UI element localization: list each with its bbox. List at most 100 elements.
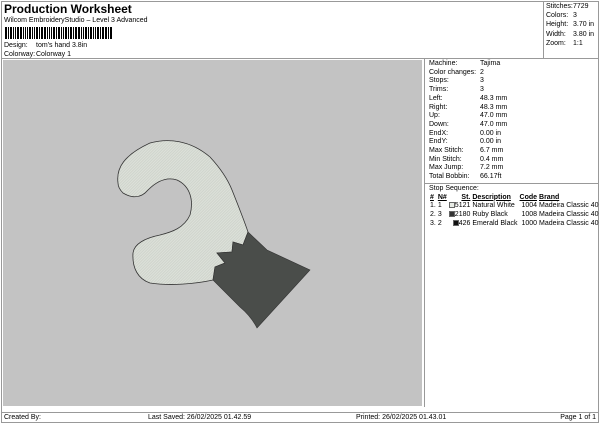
barcode-bar bbox=[88, 27, 89, 39]
barcode-bar bbox=[102, 27, 104, 39]
info-value: 2 bbox=[480, 68, 484, 76]
colorway-label: Colorway: bbox=[4, 51, 36, 58]
barcode-bar bbox=[15, 27, 16, 39]
barcode-bar bbox=[47, 27, 48, 39]
barcode-bar bbox=[51, 27, 52, 39]
software-name: Wilcom EmbroideryStudio – Level 3 Advanc… bbox=[4, 17, 148, 24]
stop-sequence: Stop Sequence: # N# St. Description Code Bran… bbox=[425, 182, 600, 230]
barcode-bar bbox=[17, 27, 19, 39]
design-label: Design: bbox=[4, 42, 28, 49]
stat-value: 1:1 bbox=[573, 39, 583, 47]
stat-label: Stitches: bbox=[546, 3, 573, 10]
printed-date: Printed: 26/02/2025 01.43.01 bbox=[356, 414, 447, 421]
needle-number: 3 bbox=[437, 210, 442, 218]
thread-description: Natural White bbox=[472, 202, 515, 210]
barcode-bar bbox=[23, 27, 24, 39]
details-panel: Machine: Tajima Color changes: 2 Stops: 3 Trim… bbox=[424, 59, 599, 407]
info-label: Max Jump: bbox=[429, 164, 464, 172]
stop-sequence-title: Stop Sequence: bbox=[429, 184, 479, 192]
barcode-bar bbox=[93, 27, 94, 39]
stop-sequence-table: # N# St. Description Code Brand 1. 1 5121 Natura… bbox=[429, 194, 600, 229]
info-label: Up: bbox=[429, 112, 440, 120]
info-label: Max Stitch: bbox=[429, 147, 464, 155]
barcode-bar bbox=[81, 27, 82, 39]
barcode-bar bbox=[110, 27, 112, 39]
barcode-bar bbox=[105, 27, 107, 39]
design-value: tom's hand 3.8in bbox=[36, 42, 88, 49]
stat-value: 3 bbox=[573, 12, 577, 20]
thread-description: Ruby Black bbox=[472, 210, 508, 218]
info-row: EndY: 0.00 in bbox=[429, 138, 595, 147]
barcode-bar bbox=[70, 27, 72, 39]
thread-code: 1004 bbox=[521, 202, 538, 210]
barcode-bar bbox=[5, 27, 7, 39]
info-label: Trims: bbox=[429, 86, 449, 94]
barcode-bar bbox=[27, 27, 28, 39]
page-title: Production Worksheet bbox=[4, 2, 132, 16]
info-label: Stops: bbox=[429, 77, 449, 85]
info-label: Min Stitch: bbox=[429, 155, 462, 163]
barcode bbox=[5, 27, 130, 39]
info-value: 0.4 mm bbox=[480, 155, 504, 163]
barcode-bar bbox=[85, 27, 87, 39]
barcode-bar bbox=[95, 27, 96, 39]
info-value: 48.3 mm bbox=[480, 103, 508, 111]
thread-code: 1008 bbox=[521, 210, 538, 218]
thread-brand: Madeira Classic 40 bbox=[539, 202, 599, 210]
info-row: Right: 48.3 mm bbox=[429, 104, 595, 113]
info-row: EndX: 0.00 in bbox=[429, 130, 595, 139]
info-value: 48.3 mm bbox=[480, 94, 508, 102]
stat-value: 7729 bbox=[573, 3, 589, 10]
thread-brand: Madeira Classic 40 bbox=[539, 210, 599, 218]
barcode-bar bbox=[8, 27, 9, 39]
info-row: Machine: Tajima bbox=[429, 60, 595, 69]
info-value: 47.0 mm bbox=[480, 112, 508, 120]
info-row: Max Stitch: 6.7 mm bbox=[429, 147, 595, 156]
info-value: Tajima bbox=[480, 60, 501, 67]
design-preview bbox=[3, 60, 422, 406]
info-value: 6.7 mm bbox=[480, 147, 504, 155]
column-header: # bbox=[430, 193, 434, 201]
barcode-bar bbox=[41, 27, 43, 39]
info-value: 3 bbox=[480, 86, 484, 94]
column-header: N# bbox=[437, 193, 447, 201]
machine-info: Machine: Tajima Color changes: 2 Stops: 3 Trim… bbox=[425, 59, 599, 183]
info-value: 0.00 in bbox=[480, 138, 502, 146]
barcode-bar bbox=[61, 27, 62, 39]
thread-brand: Madeira Classic 40 bbox=[539, 219, 599, 227]
barcode-bar bbox=[25, 27, 26, 39]
table-row: 3. 2 426 Emerald Black 1000 Madeira Classic 4… bbox=[429, 219, 600, 229]
info-row: Down: 47.0 mm bbox=[429, 121, 595, 130]
barcode-bar bbox=[63, 27, 64, 39]
stat-label: Colors: bbox=[546, 12, 569, 20]
barcode-bar bbox=[108, 27, 109, 39]
column-header: St. bbox=[461, 193, 471, 201]
info-row: Trims: 3 bbox=[429, 86, 595, 95]
info-value: 0.00 in bbox=[480, 129, 502, 137]
stop-number: 3. bbox=[430, 219, 436, 227]
barcode-bar bbox=[100, 27, 101, 39]
info-value: 3 bbox=[480, 77, 484, 85]
footer: Created By: Last Saved: 26/02/2025 01.42… bbox=[1, 412, 599, 423]
column-header: Code bbox=[519, 193, 538, 201]
barcode-bar bbox=[56, 27, 57, 39]
info-label: Left: bbox=[429, 94, 443, 102]
barcode-bar bbox=[10, 27, 12, 39]
thread-description: Emerald Black bbox=[472, 219, 518, 227]
info-row: Total Bobbin: 66.17ft bbox=[429, 173, 595, 182]
needle-number: 1 bbox=[437, 202, 442, 210]
stat-value: 3.80 in bbox=[573, 30, 595, 38]
info-row: Stops: 3 bbox=[429, 77, 595, 86]
barcode-bar bbox=[49, 27, 50, 39]
barcode-bar bbox=[97, 27, 99, 39]
barcode-bar bbox=[20, 27, 22, 39]
info-row: Left: 48.3 mm bbox=[429, 95, 595, 104]
stitch-count: 2180 bbox=[454, 210, 471, 218]
stop-number: 1. bbox=[430, 202, 436, 210]
barcode-bar bbox=[32, 27, 33, 39]
barcode-bar bbox=[83, 27, 84, 39]
stitch-count: 5121 bbox=[454, 202, 471, 210]
barcode-bar bbox=[36, 27, 38, 39]
info-value: 47.0 mm bbox=[480, 120, 508, 128]
last-saved: Last Saved: 26/02/2025 01.42.59 bbox=[148, 414, 252, 421]
